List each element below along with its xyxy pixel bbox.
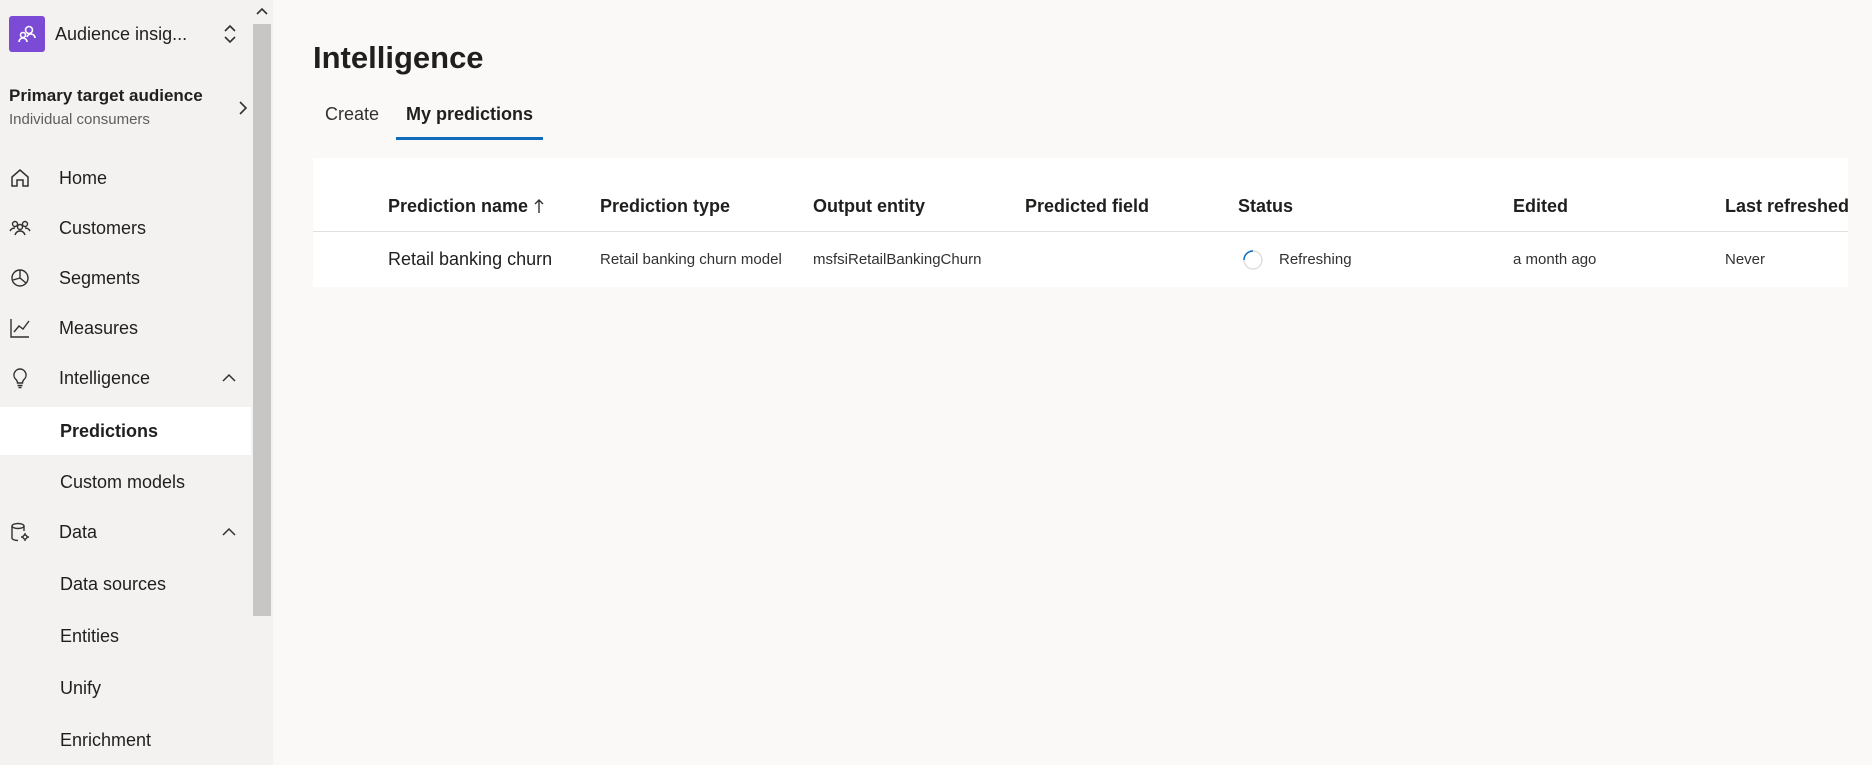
chevron-up-icon	[222, 527, 236, 536]
chevron-up-icon	[222, 373, 236, 382]
prediction-type-cell: Retail banking churn model	[600, 251, 782, 268]
predictions-table: Prediction name Prediction type Output e…	[313, 158, 1849, 287]
sidebar-item-label: Segments	[59, 267, 141, 288]
sort-ascending-icon	[534, 199, 544, 213]
tab-create[interactable]: Create	[313, 96, 391, 142]
audience-selector[interactable]: Primary target audience Individual consu…	[9, 86, 249, 132]
sidebar-item-intelligence[interactable]: Intelligence	[0, 356, 251, 400]
column-header-prediction-type[interactable]: Prediction type	[600, 196, 730, 217]
chevron-right-icon	[239, 101, 248, 115]
sidebar-item-unify[interactable]: Unify	[0, 664, 251, 712]
sidebar-item-home[interactable]: Home	[0, 156, 251, 200]
sidebar-item-label: Measures	[59, 317, 139, 338]
app-switcher[interactable]: Audience insig...	[9, 16, 243, 52]
audience-insights-logo-icon	[9, 16, 45, 52]
sidebar-item-data-sources[interactable]: Data sources	[0, 560, 251, 608]
last-refreshed-cell: Never	[1725, 251, 1766, 268]
sidebar-item-label: Data sources	[60, 573, 167, 594]
sidebar-item-label: Entities	[60, 625, 120, 646]
edited-cell: a month ago	[1513, 251, 1597, 268]
sidebar-scrollbar[interactable]	[251, 0, 273, 765]
sidebar-item-label: Home	[59, 167, 108, 188]
audience-title: Primary target audience	[9, 86, 203, 105]
chart-line-icon	[10, 319, 30, 338]
sidebar-item-custom-models[interactable]: Custom models	[0, 458, 251, 506]
output-entity-cell: msfsiRetailBankingChurn	[813, 251, 982, 268]
sidebar-item-segments[interactable]: Segments	[0, 256, 251, 300]
home-icon	[11, 169, 29, 187]
sidebar-item-predictions[interactable]: Predictions	[0, 407, 251, 455]
sidebar-item-label: Customers	[59, 217, 147, 238]
sidebar-item-label: Predictions	[60, 420, 159, 441]
column-header-predicted-field[interactable]: Predicted field	[1025, 196, 1149, 217]
segments-icon	[11, 269, 29, 287]
left-navigation: Audience insig... Primary target audienc…	[0, 0, 251, 765]
database-settings-icon	[11, 522, 29, 542]
table-header: Prediction name Prediction type Output e…	[313, 158, 1849, 232]
status-cell: Refreshing	[1279, 251, 1352, 268]
loading-spinner-icon	[1243, 250, 1263, 270]
tab-my-predictions[interactable]: My predictions	[394, 96, 545, 142]
sidebar-item-entities[interactable]: Entities	[0, 612, 251, 660]
chevron-up-down-icon	[224, 24, 236, 44]
column-header-last-refreshed[interactable]: Last refreshed	[1725, 196, 1849, 217]
page-title: Intelligence	[313, 40, 484, 75]
audience-subtitle: Individual consumers	[9, 111, 150, 128]
column-header-status[interactable]: Status	[1238, 196, 1293, 217]
sidebar-item-label: Data	[59, 521, 98, 542]
column-header-output-entity[interactable]: Output entity	[813, 196, 925, 217]
sidebar-item-label: Intelligence	[59, 367, 151, 388]
app-name: Audience insig...	[55, 23, 188, 44]
sidebar-item-enrichment[interactable]: Enrichment	[0, 716, 251, 764]
sidebar-item-label: Custom models	[60, 471, 186, 492]
column-header-edited[interactable]: Edited	[1513, 196, 1568, 217]
prediction-name-cell[interactable]: Retail banking churn	[388, 249, 552, 270]
scroll-up-arrow-icon[interactable]	[255, 4, 269, 18]
sidebar-item-customers[interactable]: Customers	[0, 206, 251, 250]
table-row[interactable]: Retail banking churn Retail banking chur…	[313, 233, 1848, 287]
scrollbar-thumb[interactable]	[253, 24, 271, 616]
sidebar-item-label: Enrichment	[60, 729, 152, 750]
lightbulb-icon	[13, 368, 27, 389]
people-icon	[9, 220, 31, 236]
sidebar-item-data[interactable]: Data	[0, 510, 251, 554]
column-header-prediction-name[interactable]: Prediction name	[388, 196, 544, 217]
sidebar-item-measures[interactable]: Measures	[0, 306, 251, 350]
sidebar-item-label: Unify	[60, 677, 102, 698]
